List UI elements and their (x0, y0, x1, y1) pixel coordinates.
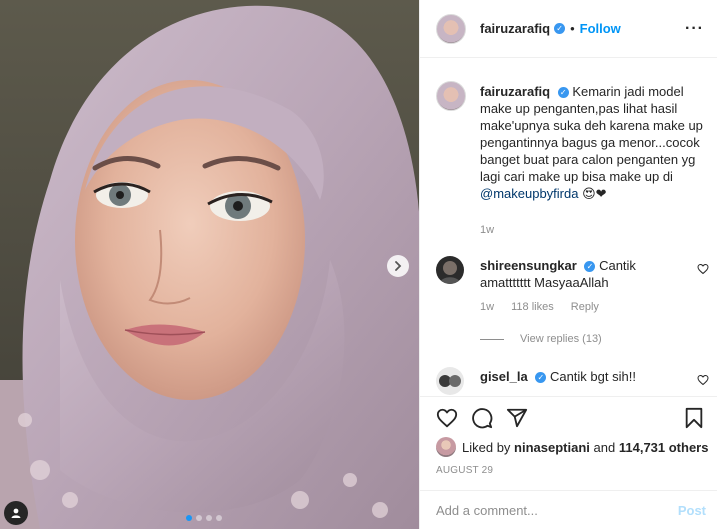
comment-timestamp[interactable]: 1w (480, 301, 494, 313)
tagged-users-button[interactable] (4, 501, 28, 525)
post-date[interactable]: AUGUST 29 (436, 465, 493, 476)
author-username[interactable]: fairuzarafiq (480, 21, 550, 36)
commenter-username[interactable]: shireensungkar (480, 258, 577, 273)
like-comment-heart-icon[interactable] (697, 374, 709, 386)
caption-avatar[interactable] (436, 81, 466, 111)
liked-by-and: and (593, 439, 616, 455)
like-comment-heart-icon[interactable] (697, 263, 709, 275)
caption-timestamp[interactable]: 1w (480, 224, 494, 236)
add-comment-bar: Post (420, 490, 717, 529)
replies-line (480, 338, 504, 340)
instagram-post: fairuzarafiq ✓ • Follow ··· fairuzarafiq… (0, 0, 717, 529)
header-separator: • (570, 21, 575, 36)
view-replies-button[interactable]: View replies (13) (480, 333, 602, 345)
caption-emoji: 😍❤ (582, 186, 607, 201)
like-heart-icon[interactable] (436, 407, 458, 429)
carousel-next-button[interactable] (387, 255, 409, 277)
share-paper-plane-icon[interactable] (506, 407, 528, 429)
likes-summary: Liked by ninaseptiani and 114,731 others (436, 437, 708, 457)
caption-body: Kemarin jadi model make up penganten,pas… (480, 84, 703, 184)
avatar-image (436, 367, 464, 395)
verified-badge-icon: ✓ (584, 261, 596, 273)
carousel-dot (206, 515, 212, 521)
post-sidebar: fairuzarafiq ✓ • Follow ··· fairuzarafiq… (419, 0, 717, 529)
carousel-dot (186, 515, 192, 521)
carousel-dot (196, 515, 202, 521)
post-header: fairuzarafiq ✓ • Follow ··· (420, 0, 717, 58)
caption-text: fairuzarafiq ✓ Kemarin jadi model make u… (480, 83, 712, 202)
liked-by-username[interactable]: ninaseptiani (514, 440, 590, 455)
avatar-image (436, 256, 464, 284)
comment-bubble-icon[interactable] (471, 407, 493, 429)
liker-avatar[interactable] (436, 437, 456, 457)
commenter-avatar[interactable] (436, 256, 464, 284)
carousel-dot (216, 515, 222, 521)
comment-meta: 1w 118 likes Reply (480, 301, 613, 313)
commenter-username[interactable]: gisel_la (480, 369, 528, 384)
add-comment-input[interactable] (436, 503, 666, 518)
comment-likes-count[interactable]: 118 likes (511, 301, 554, 313)
portrait-photo (0, 0, 419, 529)
post-actions (420, 396, 717, 436)
comment-text: shireensungkar ✓ Cantik amattttttt Masya… (480, 257, 685, 291)
carousel-indicator (186, 515, 222, 521)
follow-button[interactable]: Follow (580, 21, 621, 36)
verified-badge-icon: ✓ (535, 372, 547, 384)
view-replies-label: View replies (13) (520, 333, 602, 345)
liked-by-prefix: Liked by (462, 439, 511, 455)
commenter-avatar[interactable] (436, 367, 464, 395)
reply-button[interactable]: Reply (571, 301, 599, 313)
likes-others-count[interactable]: 114,731 others (619, 440, 709, 455)
post-media[interactable] (0, 0, 419, 529)
author-avatar[interactable] (436, 13, 466, 44)
comment-body: Cantik bgt sih!! (549, 369, 636, 384)
comments-section[interactable]: fairuzarafiq ✓ Kemarin jadi model make u… (420, 59, 717, 395)
verified-badge-icon: ✓ (557, 87, 569, 99)
caption-username[interactable]: fairuzarafiq (480, 84, 550, 99)
bookmark-save-icon[interactable] (684, 407, 704, 429)
chevron-right-icon (395, 261, 402, 271)
caption-mention-link[interactable]: @makeupbyfirda (480, 186, 578, 201)
more-options-icon[interactable]: ··· (685, 20, 704, 38)
verified-badge-icon: ✓ (554, 23, 566, 34)
post-comment-button[interactable]: Post (678, 503, 706, 518)
user-icon (11, 508, 21, 518)
comment-text: gisel_la ✓ Cantik bgt sih!! (480, 368, 685, 385)
